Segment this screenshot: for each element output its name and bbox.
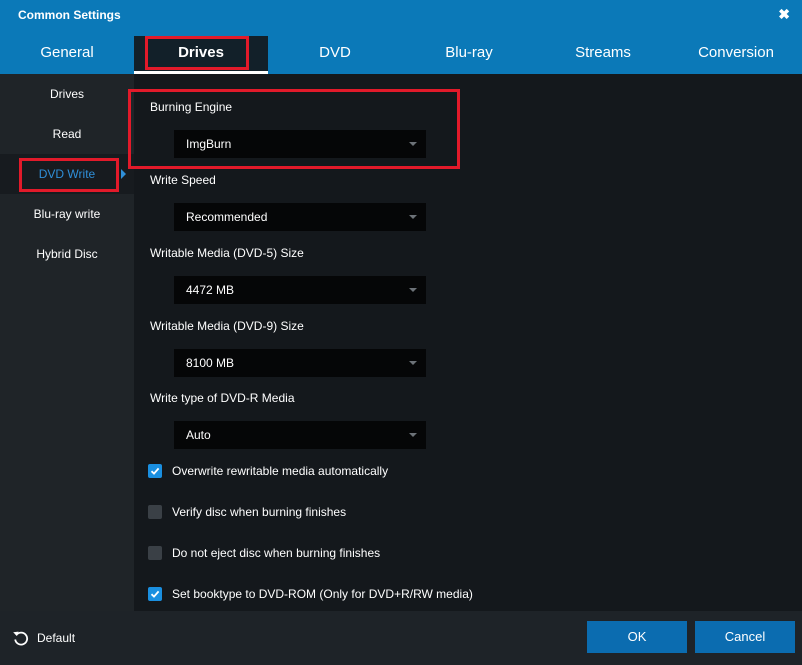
dvdr-write-type-select[interactable]: Auto (174, 421, 426, 449)
tab-conversion[interactable]: Conversion (670, 36, 802, 74)
checkbox-unchecked[interactable] (148, 505, 162, 519)
checkbox-label: Overwrite rewritable media automatically (172, 464, 389, 478)
cancel-button[interactable]: Cancel (695, 621, 795, 653)
title-bar: Common Settings ✖ General Drives DVD Blu… (0, 0, 802, 74)
select-value: 4472 MB (186, 283, 235, 297)
sidebar-item-label: Drives (49, 87, 84, 101)
checkbox-checked[interactable] (148, 587, 162, 601)
checkbox-label: Set booktype to DVD-ROM (Only for DVD+R/… (172, 587, 473, 601)
sidebar-item-label: Read (52, 127, 82, 141)
select-value: ImgBurn (186, 137, 232, 151)
tab-streams[interactable]: Streams (536, 36, 670, 74)
checkbox-unchecked[interactable] (148, 546, 162, 560)
default-label: Default (37, 631, 76, 645)
select-value: Recommended (186, 210, 268, 224)
reset-icon (13, 631, 29, 646)
select-value: 8100 MB (186, 356, 235, 370)
burning-engine-label: Burning Engine (150, 100, 233, 114)
chevron-down-icon (409, 361, 417, 365)
checkmark-icon (150, 467, 160, 475)
sidebar-item-label: Blu-ray write (33, 207, 101, 221)
sidebar-item-read[interactable]: Read (0, 114, 134, 154)
ok-button[interactable]: OK (587, 621, 687, 653)
dvdr-write-type-label: Write type of DVD-R Media (150, 391, 295, 405)
dvd9-size-select[interactable]: 8100 MB (174, 349, 426, 377)
sidebar-item-label: DVD Write (38, 167, 96, 181)
write-speed-label: Write Speed (150, 173, 216, 187)
window-title: Common Settings (18, 8, 121, 22)
chevron-down-icon (409, 433, 417, 437)
sidebar: Drives Read DVD Write Blu-ray write Hybr… (0, 74, 134, 611)
close-icon[interactable]: ✖ (778, 6, 790, 23)
sidebar-item-hybrid-disc[interactable]: Hybrid Disc (0, 234, 134, 274)
chevron-down-icon (409, 142, 417, 146)
burning-engine-select[interactable]: ImgBurn (174, 130, 426, 158)
checkbox-checked[interactable] (148, 464, 162, 478)
select-value: Auto (186, 428, 211, 442)
chevron-down-icon (409, 288, 417, 292)
checkbox-label: Do not eject disc when burning finishes (172, 546, 381, 560)
checkmark-icon (150, 590, 160, 598)
arrow-right-icon (121, 169, 126, 179)
sidebar-item-drives[interactable]: Drives (0, 74, 134, 114)
dvd9-size-label: Writable Media (DVD-9) Size (150, 319, 304, 333)
tab-drives[interactable]: Drives (134, 36, 268, 74)
dvd5-size-label: Writable Media (DVD-5) Size (150, 246, 304, 260)
chevron-down-icon (409, 215, 417, 219)
sidebar-item-label: Hybrid Disc (36, 247, 98, 261)
tab-blu-ray[interactable]: Blu-ray (402, 36, 536, 74)
footer-bar: Default OK Cancel (0, 611, 802, 665)
settings-panel: Burning Engine ImgBurn Write Speed Recom… (134, 74, 802, 611)
checkbox-label: Verify disc when burning finishes (172, 505, 347, 519)
write-speed-select[interactable]: Recommended (174, 203, 426, 231)
tab-general[interactable]: General (0, 36, 134, 74)
tab-dvd[interactable]: DVD (268, 36, 402, 74)
sidebar-item-dvd-write[interactable]: DVD Write (0, 154, 134, 194)
sidebar-item-blu-ray-write[interactable]: Blu-ray write (0, 194, 134, 234)
dvd5-size-select[interactable]: 4472 MB (174, 276, 426, 304)
